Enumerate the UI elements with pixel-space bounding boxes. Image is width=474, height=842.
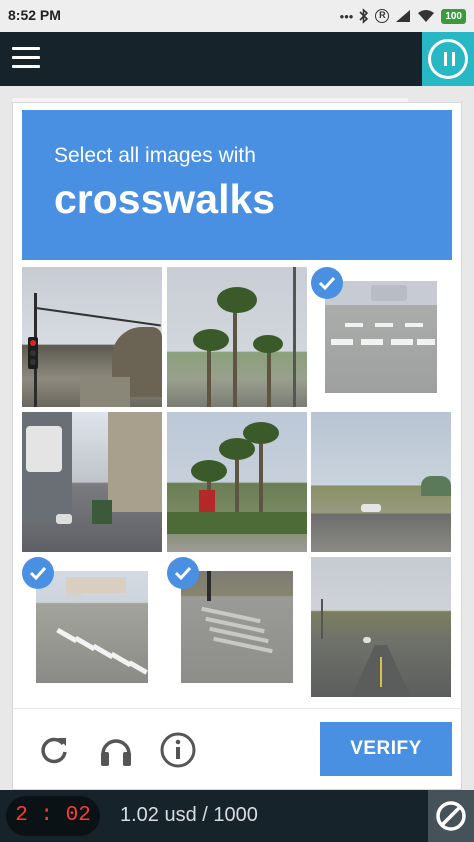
footer-divider xyxy=(12,708,462,709)
tile-image xyxy=(167,412,307,552)
captcha-tile-selected[interactable] xyxy=(167,557,307,697)
verify-button[interactable]: VERIFY xyxy=(320,722,452,776)
pause-icon xyxy=(428,39,468,79)
dots-icon: ••• xyxy=(339,8,354,24)
captcha-tile[interactable] xyxy=(22,412,162,552)
tile-image xyxy=(167,267,307,407)
captcha-tile[interactable] xyxy=(311,557,451,697)
selected-check-icon xyxy=(167,557,199,589)
captcha-tile-selected[interactable] xyxy=(311,267,451,407)
status-bar: 8:52 PM ••• R 100 xyxy=(0,0,474,32)
headphones-icon[interactable] xyxy=(96,730,136,770)
countdown-timer: 2 : 02 xyxy=(6,796,100,836)
tile-image xyxy=(311,412,451,552)
tile-image xyxy=(311,557,451,697)
captcha-tile[interactable] xyxy=(167,267,307,407)
captcha-tile[interactable] xyxy=(22,267,162,407)
tile-image xyxy=(36,571,148,683)
app-bar xyxy=(0,32,474,86)
registered-icon: R xyxy=(375,9,390,23)
captcha-target: crosswalks xyxy=(54,176,276,222)
battery-icon: 100 xyxy=(441,8,466,24)
pause-button[interactable] xyxy=(422,32,474,86)
bottom-bar: 2 : 02 1.02 usd / 1000 xyxy=(0,790,474,842)
captcha-tile[interactable] xyxy=(311,412,451,552)
captcha-header: Select all images with crosswalks xyxy=(22,110,452,260)
status-icons: ••• R 100 xyxy=(340,5,466,27)
tile-image xyxy=(325,281,437,393)
selected-check-icon xyxy=(311,267,343,299)
wifi-icon xyxy=(418,10,435,22)
earnings-counter: 1.02 usd / 1000 xyxy=(120,804,258,826)
skip-button[interactable] xyxy=(428,790,474,842)
bluetooth-icon xyxy=(359,8,369,24)
captcha-tile-selected[interactable] xyxy=(22,557,162,697)
selected-check-icon xyxy=(22,557,54,589)
info-icon[interactable] xyxy=(158,730,198,770)
tile-image xyxy=(22,267,162,407)
block-icon xyxy=(436,801,466,831)
tile-image xyxy=(181,571,293,683)
hamburger-menu-icon[interactable] xyxy=(12,47,40,69)
reload-icon[interactable] xyxy=(34,730,74,770)
tile-image xyxy=(22,412,162,552)
signal-icon xyxy=(396,10,411,22)
captcha-prompt: Select all images with xyxy=(54,144,256,167)
status-time: 8:52 PM xyxy=(8,7,61,23)
captcha-tile[interactable] xyxy=(167,412,307,552)
